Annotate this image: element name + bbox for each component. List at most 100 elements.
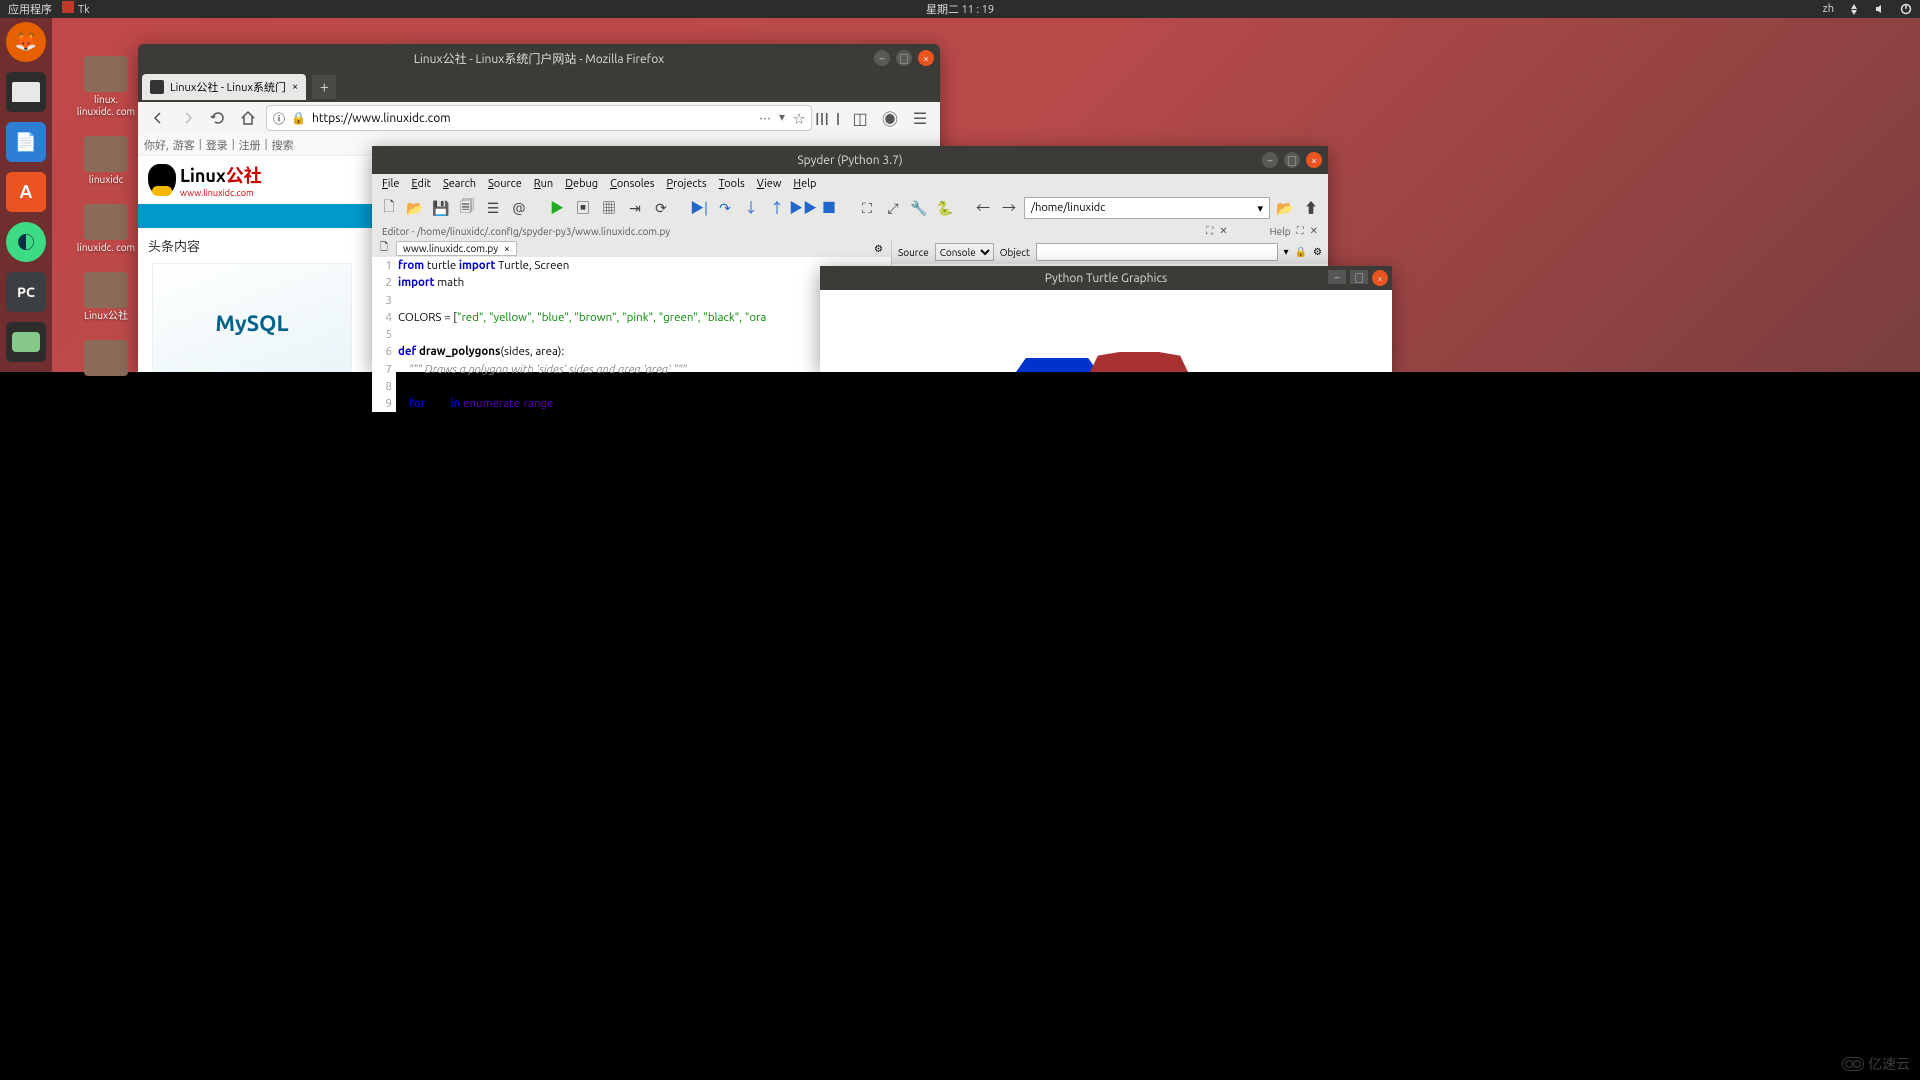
minimize-button[interactable]: – <box>1262 152 1278 168</box>
source-select[interactable]: Console <box>935 243 994 261</box>
step-in-icon[interactable]: ↓ <box>740 197 762 219</box>
network-icon[interactable] <box>1848 3 1860 15</box>
debug-icon[interactable]: ▶| <box>688 197 710 219</box>
desktop-folder-4[interactable]: Linux公社 <box>76 272 136 322</box>
minimize-button[interactable]: – <box>1328 270 1346 284</box>
library-icon[interactable]: ⅢⅠ <box>818 106 842 130</box>
save-all-icon[interactable]: 🗐 <box>456 197 478 219</box>
menu-source[interactable]: Source <box>488 178 522 190</box>
launcher-pycharm[interactable]: PC <box>6 272 46 312</box>
apps-menu[interactable]: 应用程序 <box>8 1 52 17</box>
menu-search[interactable]: Search <box>443 178 476 190</box>
menu-projects[interactable]: Projects <box>667 178 707 190</box>
account-icon[interactable]: ◉ <box>878 106 902 130</box>
browse-tabs-icon[interactable]: 🗋 <box>380 240 388 257</box>
launcher-software[interactable]: A <box>6 172 46 212</box>
spyder-titlebar[interactable]: Spyder (Python 3.7) – □ × <box>372 146 1328 174</box>
editor-options-icon[interactable]: ⛶ <box>1206 225 1213 237</box>
tk-app-indicator[interactable]: Tk <box>62 1 90 17</box>
menu-view[interactable]: View <box>757 178 782 190</box>
maximize-button[interactable]: □ <box>1284 152 1300 168</box>
launcher-tweaks[interactable] <box>6 322 46 362</box>
launcher-android-studio[interactable]: ◐ <box>6 222 46 262</box>
preferences-icon[interactable]: 🔧 <box>908 197 930 219</box>
home-button[interactable] <box>236 106 260 130</box>
browser-tab[interactable]: Linux公社 - Linux系统门 × <box>142 74 306 100</box>
fullscreen-icon[interactable]: ⤢ <box>882 197 904 219</box>
menu-icon[interactable]: ☰ <box>908 106 932 130</box>
menu-file[interactable]: File <box>382 178 399 190</box>
desktop-folder-1[interactable]: linux. linuxidc. com <box>76 56 136 118</box>
run-cell-icon[interactable]: ▣ <box>572 197 594 219</box>
file-tab-close-icon[interactable]: × <box>504 243 510 254</box>
help-close-icon[interactable]: ✕ <box>1310 225 1318 237</box>
close-button[interactable]: × <box>1372 270 1388 286</box>
lock-icon[interactable]: 🔒 <box>1295 246 1307 258</box>
stop-icon[interactable]: ■ <box>818 197 840 219</box>
outline-icon[interactable]: ☰ <box>482 197 504 219</box>
maximize-button[interactable]: □ <box>1350 270 1368 284</box>
desktop-folder-2[interactable]: linuxidc <box>76 136 136 186</box>
code-editor[interactable]: 123456789 from turtle import Turtle, Scr… <box>372 257 891 412</box>
close-button[interactable]: × <box>918 50 934 66</box>
maximize-button[interactable]: □ <box>896 50 912 66</box>
close-button[interactable]: × <box>1306 152 1322 168</box>
maximize-pane-icon[interactable]: ⛶ <box>856 197 878 219</box>
site-logo[interactable]: Linux公社 www.linuxidc.com <box>148 162 262 198</box>
desktop-folder-5[interactable] <box>76 340 136 378</box>
page-actions-icon[interactable]: ⋯ <box>759 110 771 127</box>
input-method-indicator[interactable]: zh <box>1823 3 1834 15</box>
tab-close-icon[interactable]: × <box>292 81 298 93</box>
step-out-icon[interactable]: ↑ <box>766 197 788 219</box>
search-link[interactable]: 搜索 <box>272 137 294 153</box>
browse-dir-icon[interactable]: 📂 <box>1274 197 1296 219</box>
new-file-icon[interactable]: 🗋 <box>378 197 400 219</box>
continue-icon[interactable]: ▶▶ <box>792 197 814 219</box>
clock[interactable]: 星期二 11 : 19 <box>926 1 994 17</box>
help-gear-icon[interactable]: ⚙ <box>1313 246 1322 258</box>
reader-icon[interactable]: ▾ <box>779 110 785 127</box>
run-selection-icon[interactable]: ⇥ <box>624 197 646 219</box>
launcher-firefox[interactable]: 🦊 <box>6 22 46 62</box>
python-path-icon[interactable]: 🐍 <box>934 197 956 219</box>
lock-icon[interactable]: 🔒 <box>291 111 306 125</box>
minimize-button[interactable]: – <box>874 50 890 66</box>
editor-gear-icon[interactable]: ⚙ <box>874 243 883 255</box>
run-cell-advance-icon[interactable]: ▦ <box>598 197 620 219</box>
save-icon[interactable]: 💾 <box>430 197 452 219</box>
editor-close-icon[interactable]: ✕ <box>1219 225 1227 237</box>
new-tab-button[interactable]: + <box>312 75 336 99</box>
firefox-titlebar[interactable]: Linux公社 - Linux系统门户网站 - Mozilla Firefox … <box>138 44 940 72</box>
desktop-folder-3[interactable]: linuxidc. com <box>76 204 136 254</box>
turtle-titlebar[interactable]: Python Turtle Graphics – □ × <box>820 266 1392 290</box>
open-file-icon[interactable]: 📂 <box>404 197 426 219</box>
sidebar-icon[interactable]: ◫ <box>848 106 872 130</box>
parent-dir-icon[interactable]: ⬆ <box>1300 197 1322 219</box>
run-icon[interactable]: ▶ <box>546 197 568 219</box>
menu-tools[interactable]: Tools <box>719 178 745 190</box>
forward-button[interactable] <box>176 106 200 130</box>
back-button[interactable] <box>146 106 170 130</box>
rerun-icon[interactable]: ⟳ <box>650 197 672 219</box>
object-input[interactable] <box>1036 243 1278 261</box>
back-icon[interactable]: ← <box>972 197 994 219</box>
reload-button[interactable] <box>206 106 230 130</box>
info-icon[interactable]: ⓘ <box>273 110 285 127</box>
working-dir-input[interactable]: /home/linuxidc▾ <box>1024 197 1270 219</box>
volume-icon[interactable] <box>1874 3 1886 15</box>
launcher-files[interactable] <box>6 72 46 112</box>
object-dropdown-icon[interactable]: ▾ <box>1284 246 1289 258</box>
at-icon[interactable]: @ <box>508 197 530 219</box>
help-options-icon[interactable]: ⛶ <box>1297 225 1304 237</box>
menu-run[interactable]: Run <box>534 178 553 190</box>
forward-icon[interactable]: → <box>998 197 1020 219</box>
bookmark-icon[interactable]: ☆ <box>793 110 805 127</box>
menu-edit[interactable]: Edit <box>411 178 431 190</box>
power-icon[interactable] <box>1900 3 1912 15</box>
url-bar[interactable]: ⓘ 🔒 https://www.linuxidc.com ⋯ ▾ ☆ <box>266 105 812 131</box>
login-link[interactable]: 登录 <box>206 137 228 153</box>
step-over-icon[interactable]: ↷ <box>714 197 736 219</box>
menu-debug[interactable]: Debug <box>565 178 598 190</box>
menu-help[interactable]: Help <box>793 178 816 190</box>
register-link[interactable]: 注册 <box>239 137 261 153</box>
